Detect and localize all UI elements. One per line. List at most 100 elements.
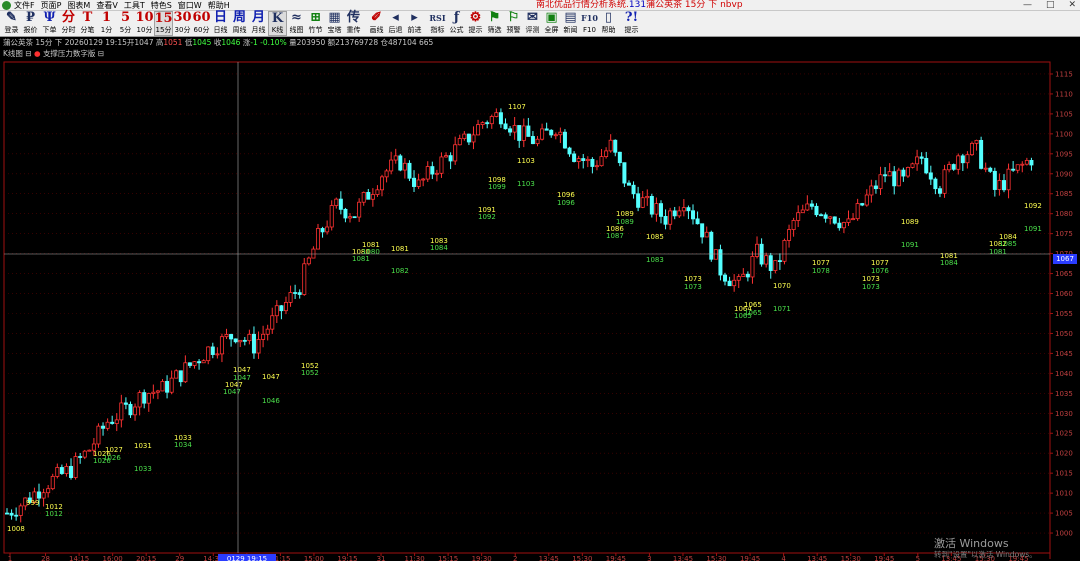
toolbar-button-15[interactable]: ≈ 线图 [287,11,306,36]
toolbar-button-19[interactable]: ✐ 画线 [367,11,386,36]
toolbar-button-2[interactable]: Ψ 下单 [40,11,59,36]
candle-body [444,155,449,158]
toolbar-button-27[interactable]: ✉ 评测 [523,11,542,36]
candlestick-chart[interactable]: 999 1012102710261031103310471047104710521… [0,0,1080,561]
toolbar-label: 公式 [449,26,464,34]
candle-body [572,153,577,162]
candle-body [466,133,471,143]
y-tick-label: 1105 [1055,110,1073,118]
chart-type-label[interactable]: K线图 [3,49,23,58]
y-tick-label: 1090 [1055,170,1073,178]
toolbar-button-31[interactable]: ▯ 帮助 [599,11,618,36]
candle-body [485,122,490,125]
toolbar-icon: 1 [101,10,112,25]
toolbar-button-18[interactable]: 传重传 [344,11,363,36]
candle-body [686,207,691,212]
minimize-button[interactable]: — [1023,0,1032,11]
toolbar-button-5[interactable]: 1 1分 [97,11,116,36]
indicator-name[interactable]: 支撑压力数字版 [43,49,96,58]
resistance-label: 1089 [616,210,634,218]
candle-body [256,339,261,354]
toolbar-button-10[interactable]: 60 60分 [192,11,211,36]
toolbar-icon: T [82,10,93,25]
y-tick-label: 1095 [1055,150,1073,158]
toolbar-button-13[interactable]: 月月线 [249,11,268,36]
x-tick-label: 15:30 [841,555,861,561]
candle-body [201,360,206,364]
toolbar-label: 评测 [525,26,540,34]
toolbar-button-1[interactable]: ₽ 报价 [21,11,40,36]
toolbar-button-14[interactable]: K K线 [268,11,287,36]
candle-body [306,257,311,265]
candle-body [947,164,952,171]
candle-body [366,191,371,200]
toolbar-button-28[interactable]: ▣ 全屏 [542,11,561,36]
candle-body [691,210,696,220]
candle-body [82,450,87,458]
toolbar-button-3[interactable]: 分分时 [59,11,78,36]
toolbar-button-0[interactable]: ✎ 登录 [2,11,21,36]
toolbar-button-17[interactable]: ▦ 宝塔 [325,11,344,36]
y-tick-label: 1020 [1055,450,1073,458]
candle-body [142,392,147,404]
toolbar-button-4[interactable]: T 分笔 [78,11,97,36]
toolbar-button-7[interactable]: 10 10分 [135,11,154,36]
indicator-settings-icon[interactable]: ⊟ [98,49,104,58]
toolbar-button-29[interactable]: ▤ 新闻 [561,11,580,36]
toolbar-button-21[interactable]: ▸ 前进 [405,11,424,36]
toolbar-button-26[interactable]: ⚐ 预警 [504,11,523,36]
candle-body [713,249,718,260]
maximize-button[interactable]: □ [1046,0,1055,11]
high-value: 1051 [163,38,183,47]
chart-settings-icon[interactable]: ⊟ [25,49,31,58]
toolbar-button-22[interactable]: RSI 指标 [428,11,447,36]
candle-body [430,166,435,175]
resistance-label: 1096 [557,191,575,199]
toolbar-label: 登录 [4,26,19,34]
toolbar-icon: 月 [251,10,265,25]
candle-body [219,336,224,355]
x-tick-label: 2 [513,555,517,561]
x-tick-label: 20:15 [136,555,156,561]
close-button[interactable]: ✕ [1068,0,1076,11]
toolbar-button-6[interactable]: 5 5分 [116,11,135,36]
toolbar-icon: ƒ [453,10,460,25]
candle-body [448,155,453,162]
toolbar-button-9[interactable]: 30 30分 [173,11,192,36]
support-label: 1083 [646,256,664,264]
x-tick-label: 15:30 [572,555,592,561]
candle-body [416,179,421,187]
volume-value: 203950 [296,38,326,47]
indicator-dot-icon: ● [34,49,41,58]
toolbar-button-8[interactable]: 15 15分 [154,11,173,36]
resistance-label: 999 [26,499,39,507]
candle-body [247,333,252,342]
candle-body [393,155,398,161]
toolbar-button-25[interactable]: ⚑ 筛选 [485,11,504,36]
menu-special[interactable]: 特色S [151,0,172,11]
toolbar-icon: ≈ [291,10,302,25]
symbol-name: 蒲公英茶 15分 下 [3,38,63,47]
toolbar-button-12[interactable]: 周周线 [230,11,249,36]
toolbar-button-16[interactable]: ⊞ 竹节 [306,11,325,36]
candle-body [905,167,910,177]
toolbar-button-20[interactable]: ◂ 后退 [386,11,405,36]
bar-datetime: 20260129 19:15 [64,38,127,47]
candle-body [197,361,202,364]
candle-body [178,370,183,383]
toolbar-button-11[interactable]: 日日线 [211,11,230,36]
candle-body [576,158,581,162]
title-suffix: 蒲公英茶 15分 下 nbvp [646,0,743,10]
toolbar-button-32[interactable]: ?! 提示 [622,11,641,36]
toolbar-button-23[interactable]: ƒ 公式 [447,11,466,36]
candle-body [192,361,197,366]
toolbar-button-24[interactable]: ⚙ 提示 [466,11,485,36]
toolbar-button-30[interactable]: F10 F10 [580,11,599,36]
x-tick-label: 3 [647,555,651,561]
candle-body [901,169,906,177]
candle-body [622,162,627,184]
toolbar-icon: ₽ [25,10,36,25]
candle-body [105,421,110,429]
candle-body [315,228,320,250]
candle-body [434,172,439,175]
